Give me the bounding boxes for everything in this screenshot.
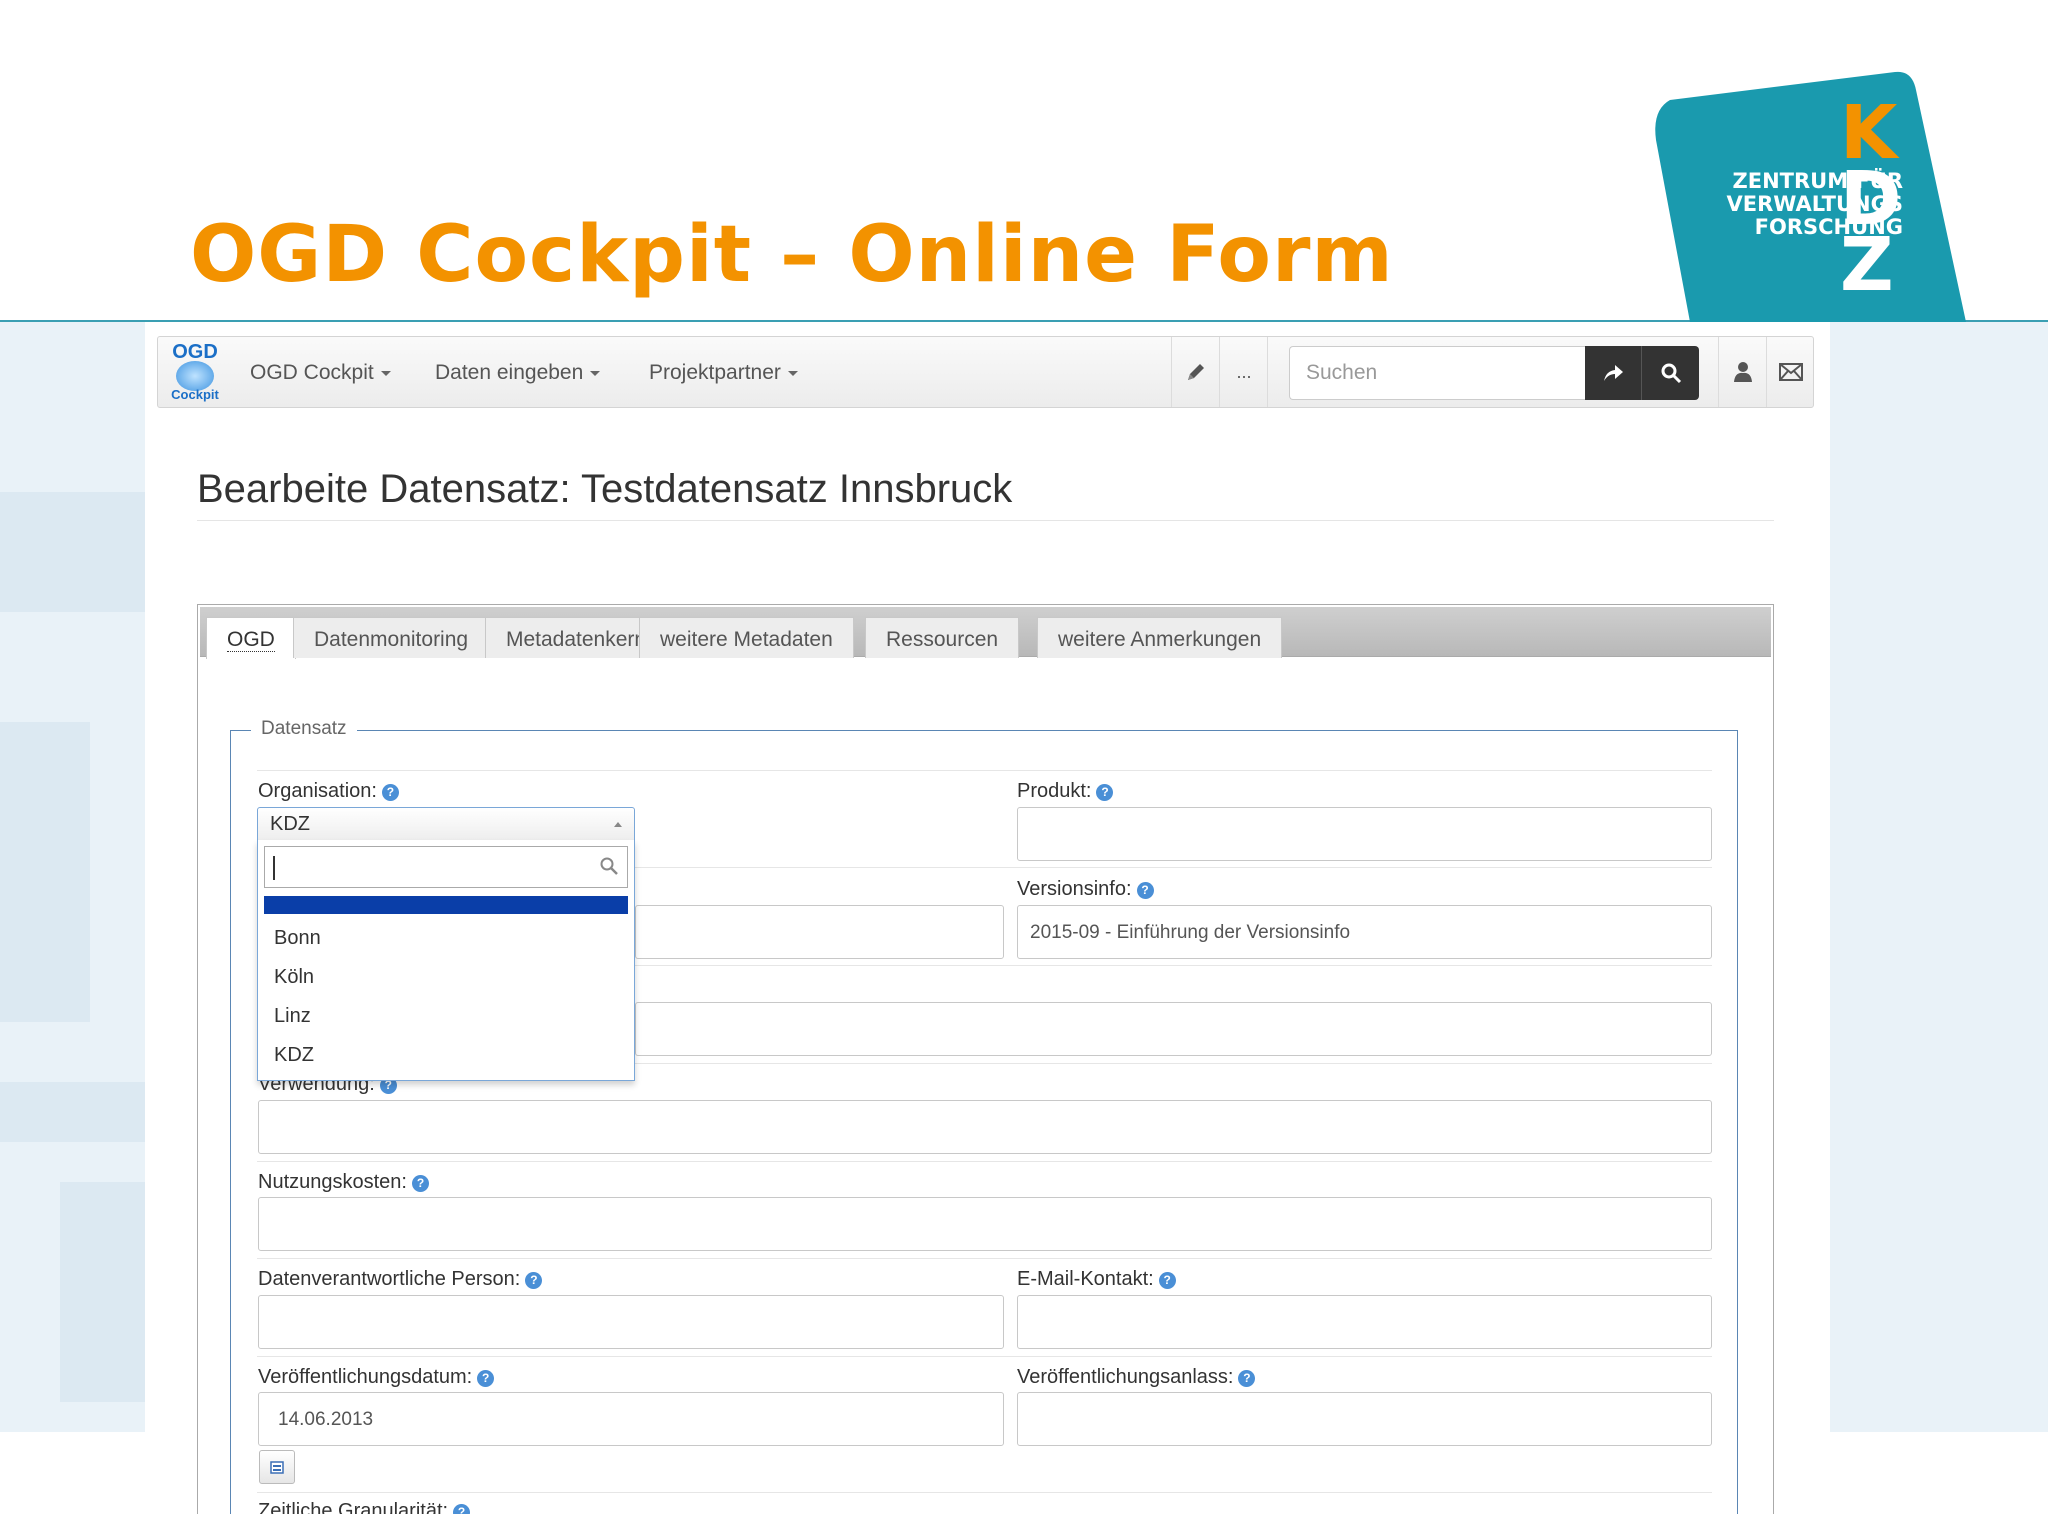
produkt-input[interactable] [1017, 807, 1712, 861]
dropdown-search-input[interactable] [264, 846, 628, 888]
user-icon[interactable] [1720, 337, 1766, 407]
nutzungskosten-label: Nutzungskosten:? [258, 1171, 429, 1194]
pencil-icon[interactable] [1173, 337, 1219, 407]
tab-weitere-metadaten[interactable]: weitere Metadaten [639, 617, 854, 658]
fieldset-legend: Datensatz [251, 718, 357, 740]
help-icon[interactable]: ? [453, 1504, 471, 1514]
share-icon[interactable] [1585, 346, 1642, 400]
dropdown-option-kdz[interactable]: KDZ [274, 1044, 314, 1067]
caret-down-icon [787, 370, 798, 376]
kdz-logo: ZENTRUM FÜR VERWALTUNGS FORSCHUNG K D Z [1650, 70, 1970, 322]
tab-weitere-anmerkungen[interactable]: weitere Anmerkungen [1037, 617, 1283, 658]
veroeffentlichungsdatum-label: Veröffentlichungsdatum:? [258, 1366, 495, 1389]
caret-down-icon [380, 370, 391, 376]
tab-ressourcen[interactable]: Ressourcen [865, 617, 1020, 658]
slide-title: OGD Cockpit – Online Form [190, 210, 1394, 300]
search-input[interactable]: Suchen [1289, 346, 1585, 400]
help-icon[interactable]: ? [411, 1175, 429, 1192]
nutzungskosten-input[interactable] [258, 1197, 1712, 1251]
organisation-selected-value: KDZ [270, 813, 310, 835]
versionsinfo-label: Versionsinfo:? [1017, 878, 1154, 901]
logo-letter-z: Z [1840, 222, 1894, 308]
dropdown-option-bonn[interactable]: Bonn [274, 927, 321, 950]
menu-ogd-cockpit[interactable]: OGD Cockpit [250, 361, 391, 385]
tab-datenmonitoring[interactable]: Datenmonitoring [293, 617, 490, 658]
veroeffentlichungsanlass-label: Veröffentlichungsanlass:? [1017, 1366, 1256, 1389]
caret-down-icon [590, 370, 601, 376]
veroeffentlichungsdatum-input[interactable]: 14.06.2013 [258, 1392, 1004, 1446]
help-icon[interactable]: ? [381, 784, 399, 801]
logo-cockpit-text: Cockpit [171, 387, 219, 402]
dropdown-option-empty-highlighted[interactable] [264, 896, 628, 914]
menu-projektpartner[interactable]: Projektpartner [649, 361, 798, 385]
hidden-field-row2-left[interactable] [635, 905, 1004, 959]
slide: OGD Cockpit – Online Form ZENTRUM FÜR VE… [0, 0, 2048, 1536]
verwendung-input[interactable] [258, 1100, 1712, 1154]
text-cursor [273, 856, 275, 880]
datenverantwortliche-label: Datenverantwortliche Person:? [258, 1268, 543, 1291]
organisation-label: Organisation:? [258, 780, 399, 803]
dropdown-option-koeln[interactable]: Köln [274, 966, 314, 989]
email-label: E-Mail-Kontakt:? [1017, 1268, 1176, 1291]
app-screenshot: OGD Cockpit OGD Cockpit Daten eingeben P… [145, 322, 1830, 1514]
menu-daten-eingeben[interactable]: Daten eingeben [435, 361, 601, 385]
dropdown-option-linz[interactable]: Linz [274, 1005, 311, 1028]
page-title-divider [197, 520, 1774, 521]
tab-bar: OGD Datenmonitoring Metadatenkern weiter… [200, 607, 1771, 659]
help-icon[interactable]: ? [1136, 882, 1154, 899]
email-input[interactable] [1017, 1295, 1712, 1349]
organisation-select[interactable]: KDZ [257, 807, 635, 841]
produkt-label: Produkt:? [1017, 780, 1114, 803]
logo-ogd-text: OGD [172, 341, 218, 363]
caret-up-icon [614, 822, 622, 827]
veroeffentlichungsanlass-input[interactable] [1017, 1392, 1712, 1446]
background-pattern-left [0, 322, 145, 1432]
mail-icon[interactable] [1768, 337, 1814, 407]
more-button[interactable]: ... [1221, 337, 1267, 407]
help-icon[interactable]: ? [477, 1370, 495, 1387]
tab-ogd[interactable]: OGD [206, 617, 296, 659]
help-icon[interactable]: ? [1238, 1370, 1256, 1387]
background-pattern-right [1830, 322, 2048, 1432]
page-title: Bearbeite Datensatz: Testdatensatz Innsb… [197, 467, 1013, 511]
search-icon[interactable] [1642, 346, 1699, 400]
datenverantwortliche-input[interactable] [258, 1295, 1004, 1349]
hidden-field-row3[interactable] [635, 1002, 1712, 1056]
organisation-dropdown: Bonn Köln Linz KDZ [257, 840, 635, 1081]
calendar-icon[interactable] [259, 1450, 295, 1484]
ogd-cockpit-logo[interactable]: OGD Cockpit [164, 341, 226, 405]
search-icon [600, 857, 618, 875]
zeitliche-granularitaet-label: Zeitliche Granularität:? [258, 1500, 471, 1514]
help-icon[interactable]: ? [1158, 1272, 1176, 1289]
help-icon[interactable]: ? [525, 1272, 543, 1289]
versionsinfo-input[interactable]: 2015-09 - Einführung der Versionsinfo [1017, 905, 1712, 959]
help-icon[interactable]: ? [1096, 784, 1114, 801]
navbar: OGD Cockpit OGD Cockpit Daten eingeben P… [157, 336, 1814, 408]
